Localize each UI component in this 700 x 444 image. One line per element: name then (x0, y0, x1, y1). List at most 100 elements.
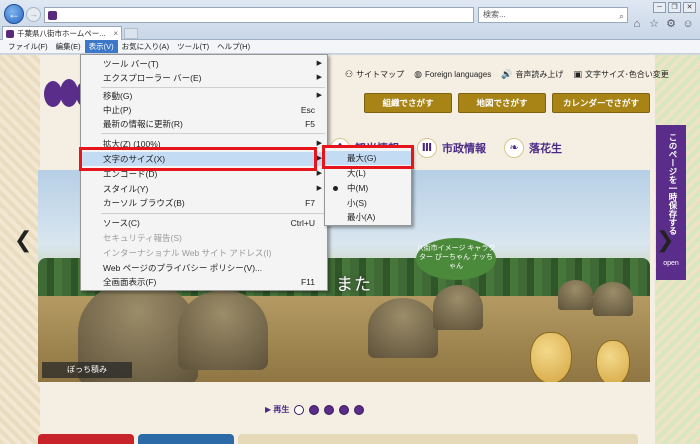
menu-item-stop[interactable]: 中止(P) Esc (81, 103, 327, 117)
smiley-icon[interactable]: ☺ (682, 18, 694, 30)
foreign-languages-link[interactable]: ◍ Foreign languages (414, 69, 491, 80)
save-page-tab[interactable]: このページを一時保存する (656, 125, 686, 280)
sitemap-label: サイトマップ (356, 70, 405, 79)
menu-item-style[interactable]: スタイル(Y) ▶ (81, 182, 327, 196)
menu-item-shortcut: F11 (300, 277, 315, 287)
peanut-icon: ❧ (504, 138, 524, 158)
back-button[interactable]: ← (4, 4, 24, 24)
menu-separator (101, 133, 325, 134)
browser-tab[interactable]: 千葉県八街市ホームペー... × (2, 26, 122, 40)
category-city-info[interactable]: Ⅲ 市政情報 (417, 138, 486, 158)
side-tab-open-label[interactable]: open (656, 260, 686, 267)
city-hall-icon: Ⅲ (417, 138, 437, 158)
slideshow-controls: ▶ 再生 (265, 404, 365, 415)
menu-view[interactable]: 表示(V) (84, 40, 118, 53)
category-peanut[interactable]: ❧ 落花生 (504, 138, 562, 158)
menu-item-label: 全画面表示(F) (103, 277, 157, 287)
menu-file[interactable]: ファイル(F) (4, 40, 52, 53)
search-by-calendar-button[interactable]: カレンダーでさがす (552, 93, 650, 113)
size-item-label: 最小(A) (347, 212, 376, 222)
menu-item-international-address: インターナショナル Web サイト アドレス(I) (81, 246, 327, 260)
bottom-banners (38, 434, 638, 444)
banner-blue[interactable] (138, 434, 234, 444)
search-by-map-button[interactable]: 地図でさがす (458, 93, 546, 113)
menu-item-privacy-policy[interactable]: Web ページのプライバシー ポリシー(V)... (81, 261, 327, 275)
slide-dot[interactable] (309, 404, 320, 415)
menu-separator (101, 87, 325, 88)
close-button[interactable]: ✕ (683, 2, 696, 13)
foreign-languages-label: Foreign languages (424, 70, 492, 79)
next-slide-arrow-icon[interactable]: ❯ (656, 227, 674, 253)
slide-dot[interactable] (294, 404, 305, 415)
menu-item-caret-browsing[interactable]: カーソル ブラウズ(B) F7 (81, 196, 327, 210)
search-input[interactable]: 検索... ⌕ (478, 7, 628, 23)
slide-dot[interactable] (339, 404, 350, 415)
submenu-arrow-icon: ▶ (316, 92, 322, 99)
site-favicon-icon (48, 11, 57, 20)
menu-item-fullscreen[interactable]: 全画面表示(F) F11 (81, 275, 327, 289)
radio-selected-icon (333, 186, 338, 191)
submenu-arrow-icon: ▶ (316, 60, 322, 67)
speaker-icon: 🔊 (501, 69, 513, 79)
tab-title: 千葉県八街市ホームペー... (17, 29, 106, 38)
menu-edit[interactable]: 編集(E) (52, 40, 85, 53)
home-icon[interactable]: ⌂ (631, 18, 643, 30)
address-bar[interactable] (44, 7, 474, 23)
text-size-small[interactable]: 小(S) (325, 196, 411, 210)
play-button[interactable]: ▶ 再生 (265, 404, 289, 415)
banner-beige[interactable] (238, 434, 638, 444)
text-size-color-link[interactable]: ▣ 文字サイズ･色合い変更 (573, 69, 668, 80)
menu-item-toolbar[interactable]: ツール バー(T) ▶ (81, 57, 327, 71)
menu-item-security-report: セキュリティ報告(S) (81, 231, 327, 245)
mascot-badge: 八街市イメージ キャラクター ぴーちゃん ナッちゃん (416, 238, 496, 280)
new-tab-button[interactable] (124, 28, 138, 39)
menu-item-go[interactable]: 移動(G) ▶ (81, 89, 327, 103)
tab-close-icon[interactable]: × (113, 27, 118, 40)
menu-tools[interactable]: ツール(T) (173, 40, 213, 53)
restore-button[interactable]: ❐ (668, 2, 681, 13)
browser-toolbar: ⌂ ☆ ⚙ ☺ (631, 18, 694, 30)
slide-dot[interactable] (354, 404, 365, 415)
category-city-info-label: 市政情報 (442, 143, 486, 155)
hero-caption: ぼっち積み (42, 362, 132, 378)
menu-item-source[interactable]: ソース(C) Ctrl+U (81, 216, 327, 230)
category-peanut-label: 落花生 (529, 143, 562, 155)
text-size-smallest[interactable]: 最小(A) (325, 210, 411, 224)
size-item-label: 中(M) (347, 183, 369, 193)
hero-text: また (336, 275, 372, 294)
forward-button[interactable]: → (26, 7, 41, 22)
search-icon[interactable]: ⌕ (619, 9, 624, 23)
menu-item-label: セキュリティ報告(S) (103, 233, 182, 243)
gear-icon[interactable]: ⚙ (665, 18, 677, 30)
view-menu-dropdown: ツール バー(T) ▶ エクスプローラー バー(E) ▶ 移動(G) ▶ 中止(P) E… (80, 54, 328, 291)
text-size-medium[interactable]: 中(M) (325, 181, 411, 195)
utility-links: ⚇ サイトマップ ◍ Foreign languages 🔊 音声読み上げ ▣ … (345, 69, 669, 80)
favorites-star-icon[interactable]: ☆ (648, 18, 660, 30)
haystack (433, 285, 483, 330)
tab-favicon-icon (6, 30, 14, 38)
haystack (368, 298, 438, 358)
read-aloud-link[interactable]: 🔊 音声読み上げ (501, 69, 563, 80)
menu-item-label: ソース(C) (103, 218, 140, 228)
menu-item-refresh[interactable]: 最新の情報に更新(R) F5 (81, 117, 327, 131)
search-by-org-button[interactable]: 組織でさがす (364, 93, 452, 113)
banner-red[interactable] (38, 434, 134, 444)
sitemap-link[interactable]: ⚇ サイトマップ (345, 69, 404, 80)
minimize-button[interactable]: ─ (653, 2, 666, 13)
globe-icon: ◍ (414, 69, 422, 79)
menu-item-explorer-bar[interactable]: エクスプローラー バー(E) ▶ (81, 71, 327, 85)
menu-item-label: 移動(G) (103, 91, 133, 101)
previous-slide-arrow-icon[interactable]: ❮ (14, 227, 32, 253)
slide-dot[interactable] (324, 404, 335, 415)
menu-favorites[interactable]: お気に入り(A) (118, 40, 174, 53)
menu-item-label: 中止(P) (103, 105, 132, 115)
text-size-icon: ▣ (573, 69, 582, 79)
menu-item-label: スタイル(Y) (103, 184, 149, 194)
menu-separator (101, 213, 325, 214)
menu-item-label: Web ページのプライバシー ポリシー(V)... (103, 263, 263, 273)
sitemap-icon: ⚇ (345, 69, 354, 79)
menu-item-label: エクスプローラー バー(E) (103, 73, 202, 83)
menu-help[interactable]: ヘルプ(H) (213, 40, 254, 53)
menu-item-label: ツール バー(T) (103, 59, 159, 69)
menu-item-shortcut: F5 (305, 119, 315, 129)
